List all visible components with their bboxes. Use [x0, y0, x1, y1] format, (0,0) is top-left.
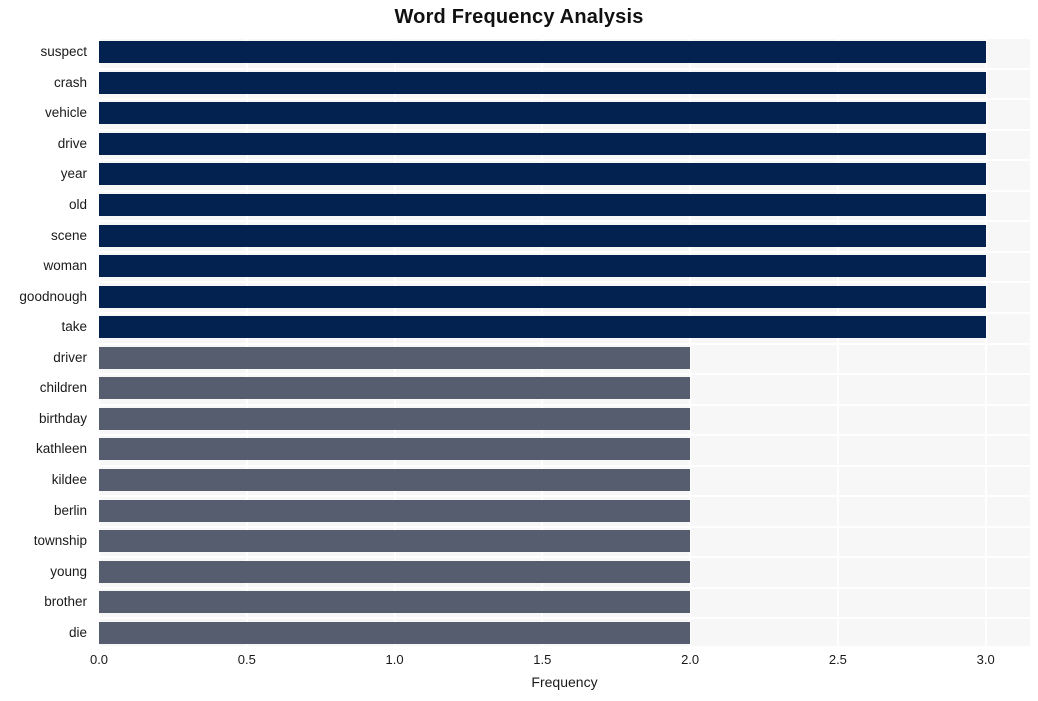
y-axis-tick-label: woman: [43, 258, 87, 274]
y-gridline: [99, 465, 1030, 467]
y-axis-tick-label: year: [60, 166, 87, 182]
bar[interactable]: [99, 71, 986, 94]
y-gridline: [99, 526, 1030, 528]
y-gridline: [99, 190, 1030, 192]
bar[interactable]: [99, 621, 691, 644]
bar-row: [99, 41, 1030, 64]
bar-row: [99, 468, 1030, 491]
y-axis-tick-label: birthday: [38, 410, 87, 426]
bar-row: [99, 560, 1030, 583]
bar-row: [99, 285, 1030, 308]
bar-row: [99, 163, 1030, 186]
bar-row: [99, 132, 1030, 155]
chart-figure: Word Frequency Analysis suspect crash vehi…: [0, 0, 1038, 701]
bar-row: [99, 621, 1030, 644]
bar[interactable]: [99, 377, 691, 400]
y-gridline: [99, 434, 1030, 436]
bar[interactable]: [99, 41, 986, 64]
y-axis-tick-label: township: [33, 533, 87, 549]
bar[interactable]: [99, 438, 691, 461]
y-axis-tick-label: suspect: [40, 44, 87, 60]
x-axis-tick-label: 3.0: [976, 652, 995, 667]
y-gridline: [99, 587, 1030, 589]
bar[interactable]: [99, 132, 986, 155]
y-axis-tick-label: kildee: [51, 471, 87, 487]
bar-row: [99, 316, 1030, 339]
bar[interactable]: [99, 316, 986, 339]
x-axis-title: Frequency: [531, 674, 598, 690]
y-axis-tick-label: crash: [53, 74, 87, 90]
bar-row: [99, 255, 1030, 278]
bar[interactable]: [99, 255, 986, 278]
bar-row: [99, 346, 1030, 369]
y-gridline: [99, 312, 1030, 314]
bar-row: [99, 591, 1030, 614]
y-gridline: [99, 556, 1030, 558]
bar[interactable]: [99, 224, 986, 247]
x-axis-tick-label: 2.5: [828, 652, 847, 667]
x-axis-tick-label: 2.0: [681, 652, 700, 667]
x-axis-tick-label: 0.0: [89, 652, 109, 667]
bar-row: [99, 194, 1030, 217]
y-gridline: [99, 159, 1030, 161]
y-gridline: [99, 343, 1030, 345]
y-gridline: [99, 37, 1030, 39]
y-axis-tick-label: vehicle: [44, 105, 87, 121]
x-axis-tick-label: 1.0: [385, 652, 404, 667]
plot-area: [99, 37, 1030, 648]
y-axis-labels: suspect crash vehicle drive year old scene woma…: [0, 37, 93, 648]
bar[interactable]: [99, 285, 986, 308]
y-axis-tick-label: driver: [53, 349, 87, 365]
x-axis-tick-label: 0.5: [237, 652, 256, 667]
y-axis-tick-label: young: [50, 563, 87, 579]
x-axis-tick-labels: 0.0 0.5 1.0 1.5 2.0 2.5 3.0: [0, 652, 1038, 672]
bar[interactable]: [99, 591, 691, 614]
y-gridline: [99, 373, 1030, 375]
bar[interactable]: [99, 560, 691, 583]
x-axis-tick-label: 1.5: [533, 652, 552, 667]
bar-row: [99, 102, 1030, 125]
bar[interactable]: [99, 407, 691, 430]
y-gridline: [99, 220, 1030, 222]
bar-row: [99, 499, 1030, 522]
y-axis-tick-label: kathleen: [35, 441, 87, 457]
y-gridline: [99, 251, 1030, 253]
y-gridline: [99, 404, 1030, 406]
bar-row: [99, 407, 1030, 430]
y-gridline: [99, 617, 1030, 619]
y-gridline: [99, 495, 1030, 497]
bar[interactable]: [99, 468, 691, 491]
bar-row: [99, 71, 1030, 94]
y-axis-tick-label: brother: [44, 594, 87, 610]
y-gridline: [99, 68, 1030, 70]
y-axis-tick-label: old: [68, 197, 87, 213]
y-axis-tick-label: goodnough: [19, 288, 87, 304]
y-gridline: [99, 98, 1030, 100]
y-axis-tick-label: drive: [57, 135, 87, 151]
y-axis-tick-label: die: [68, 624, 87, 640]
bar-row: [99, 224, 1030, 247]
bar-row: [99, 377, 1030, 400]
y-gridline: [99, 129, 1030, 131]
y-gridline: [99, 646, 1030, 648]
bar[interactable]: [99, 102, 986, 125]
bar-row: [99, 438, 1030, 461]
y-gridline: [99, 281, 1030, 283]
y-axis-tick-label: take: [61, 319, 87, 335]
bar[interactable]: [99, 346, 691, 369]
y-axis-tick-label: berlin: [53, 502, 87, 518]
bar[interactable]: [99, 499, 691, 522]
bar-row: [99, 530, 1030, 553]
bar[interactable]: [99, 194, 986, 217]
bar[interactable]: [99, 163, 986, 186]
y-axis-tick-label: children: [39, 380, 87, 396]
bar[interactable]: [99, 530, 691, 553]
y-axis-tick-label: scene: [50, 227, 87, 243]
chart-title: Word Frequency Analysis: [394, 6, 644, 28]
